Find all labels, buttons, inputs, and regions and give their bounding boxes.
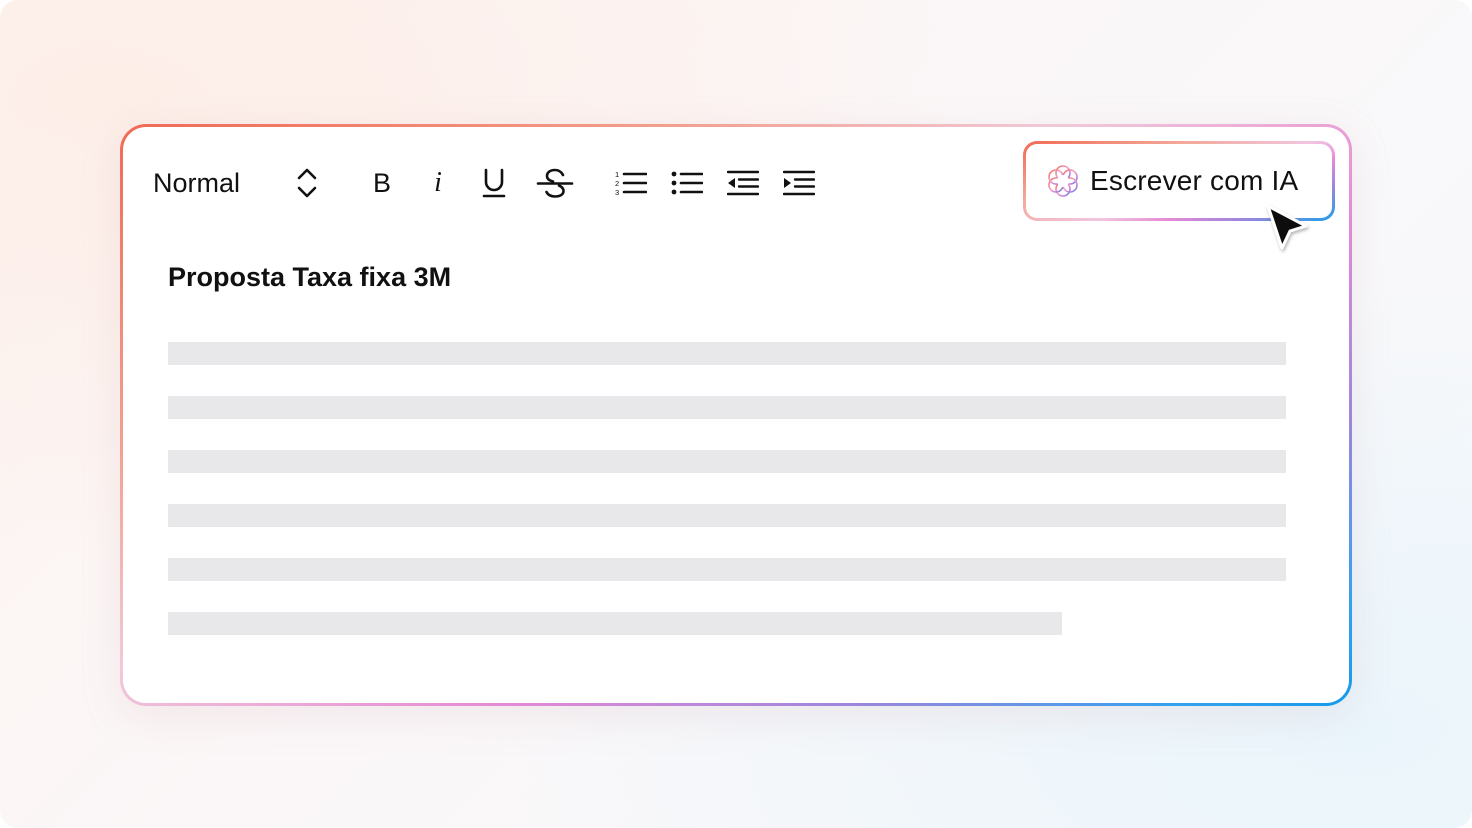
text-placeholder-line — [168, 396, 1286, 419]
bold-icon: B — [372, 167, 391, 198]
bullet-list-icon — [671, 171, 703, 195]
document-title[interactable]: Proposta Taxa fixa 3M — [168, 262, 451, 293]
text-placeholder-line — [168, 450, 1286, 473]
paragraph-style-select[interactable]: Normal — [153, 159, 321, 207]
outdent-icon — [727, 170, 759, 196]
write-with-ai-button-inner: Escrever com IA — [1026, 144, 1332, 218]
bullet-list-button[interactable] — [671, 159, 703, 207]
outdent-button[interactable] — [727, 159, 759, 207]
rich-text-editor: Normal B i 1 2 3 Escrever com IA Propost… — [120, 124, 1352, 706]
ordered-list-icon: 1 2 3 — [615, 170, 647, 196]
underline-icon — [482, 168, 506, 198]
svg-text:2: 2 — [615, 179, 619, 188]
svg-text:3: 3 — [615, 188, 619, 196]
text-placeholder-line — [168, 504, 1286, 527]
strikethrough-button[interactable] — [535, 159, 575, 207]
italic-icon: i — [434, 167, 442, 198]
text-placeholder-line — [168, 612, 1062, 635]
bold-button[interactable]: B — [367, 159, 397, 207]
text-placeholder-line — [168, 558, 1286, 581]
strikethrough-icon — [536, 168, 574, 198]
formatting-toolbar: Normal B i 1 2 3 — [153, 159, 815, 207]
indent-button[interactable] — [783, 159, 815, 207]
underline-button[interactable] — [479, 159, 509, 207]
write-with-ai-label: Escrever com IA — [1090, 165, 1299, 196]
editor-surface: Normal B i 1 2 3 Escrever com IA Propost… — [123, 127, 1349, 703]
paragraph-style-label: Normal — [153, 167, 241, 198]
write-with-ai-button[interactable]: Escrever com IA — [1023, 141, 1335, 221]
chevron-up-down-icon[interactable] — [293, 159, 321, 207]
svg-text:1: 1 — [615, 170, 619, 179]
ordered-list-button[interactable]: 1 2 3 — [615, 159, 647, 207]
indent-icon — [783, 170, 815, 196]
italic-button[interactable]: i — [423, 159, 453, 207]
ai-ring-icon — [1048, 165, 1078, 197]
text-placeholder-line — [168, 342, 1286, 365]
page-background: Normal B i 1 2 3 Escrever com IA Propost… — [0, 0, 1472, 828]
